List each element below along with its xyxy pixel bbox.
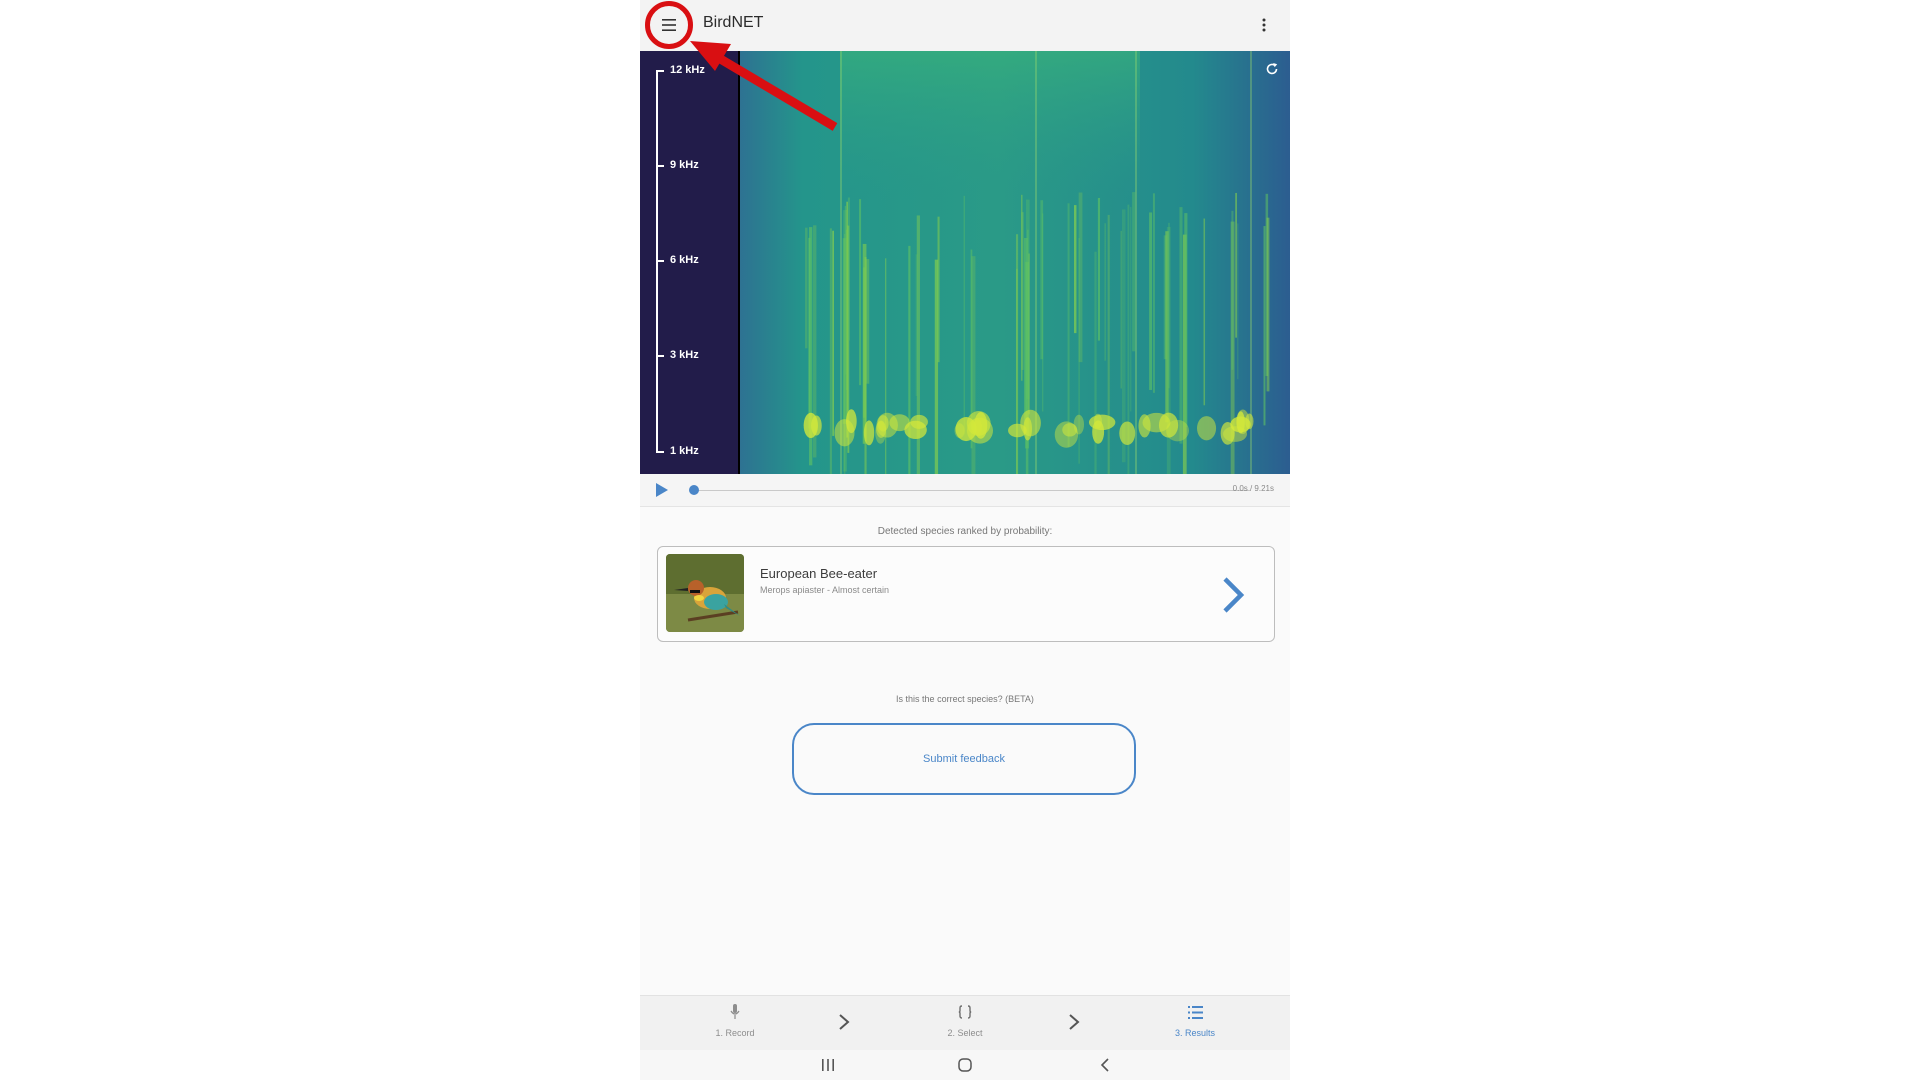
frequency-axis: 12 kHz 9 kHz 6 kHz 3 kHz 1 kHz [640, 51, 740, 474]
recent-apps-icon[interactable] [818, 1056, 838, 1074]
bottom-step-nav: 1. Record 2. Select 3. Results [640, 995, 1290, 1051]
app-title: BirdNET [703, 14, 764, 31]
nav-step-select[interactable]: 2. Select [915, 1002, 1015, 1048]
refresh-icon [1266, 63, 1278, 75]
app-screen: BirdNET 12 kHz 9 kHz 6 kHz 3 kHz 1 kHz 0… [640, 0, 1290, 1080]
hamburger-menu-icon [662, 19, 676, 31]
audio-player: 0.0s / 9.21s [640, 474, 1290, 507]
results-heading: Detected species ranked by probability: [877, 526, 1053, 537]
nav-step-record[interactable]: 1. Record [685, 1002, 785, 1048]
back-icon[interactable] [1095, 1056, 1115, 1074]
menu-button[interactable] [647, 3, 691, 47]
feedback-question: Is this the correct species? (BETA) [896, 694, 1034, 704]
play-icon[interactable] [654, 482, 670, 498]
app-bar: BirdNET [640, 0, 1290, 51]
refresh-button[interactable] [1262, 59, 1282, 79]
spectrogram[interactable]: 12 kHz 9 kHz 6 kHz 3 kHz 1 kHz [640, 51, 1290, 474]
bird-image [666, 554, 744, 632]
list-icon [1187, 1005, 1203, 1019]
nav-step-results[interactable]: 3. Results [1145, 1002, 1245, 1048]
submit-feedback-button[interactable]: Submit feedback [792, 723, 1136, 795]
seek-thumb[interactable] [689, 485, 699, 495]
chevron-right-icon [839, 1014, 850, 1030]
species-result-card[interactable]: European Bee-eater Merops apiaster - Alm… [657, 546, 1275, 642]
system-nav-bar [640, 1050, 1290, 1080]
playback-time: 0.0s / 9.21s [1232, 484, 1274, 493]
overflow-menu-button[interactable] [1252, 13, 1276, 37]
chevron-right-icon[interactable] [1220, 575, 1246, 615]
species-common-name: European Bee-eater [760, 566, 878, 581]
species-scientific-name: Merops apiaster - Almost certain [760, 585, 890, 595]
microphone-icon [730, 1004, 740, 1019]
home-icon[interactable] [955, 1056, 975, 1074]
more-vert-icon [1262, 18, 1266, 32]
braces-icon [958, 1005, 972, 1019]
species-thumbnail [666, 554, 744, 632]
seek-bar[interactable] [694, 490, 1250, 491]
chevron-right-icon [1069, 1014, 1080, 1030]
